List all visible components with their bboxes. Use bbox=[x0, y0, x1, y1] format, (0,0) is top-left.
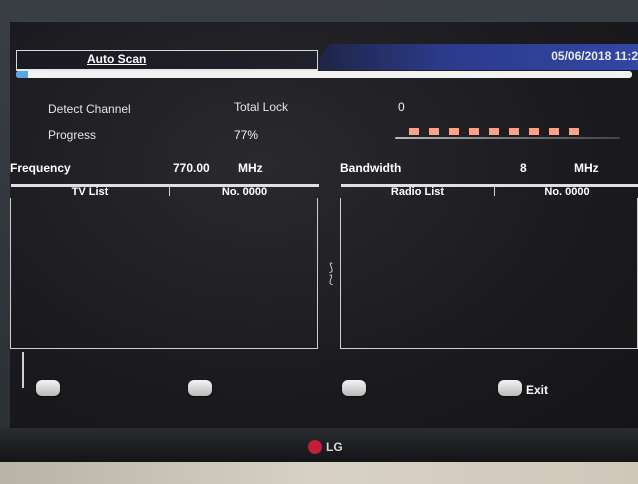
list-switch-arrows: ⟆ ⟅ bbox=[328, 262, 334, 286]
total-lock-value: 0 bbox=[398, 100, 405, 114]
signal-baseline bbox=[395, 137, 620, 139]
bandwidth-value: 8 bbox=[520, 161, 527, 175]
exit-key-button[interactable] bbox=[498, 380, 522, 396]
radio-list-body[interactable] bbox=[341, 198, 637, 348]
page-title: Auto Scan bbox=[87, 52, 147, 66]
tv-screen: Auto Scan 05/06/2018 11:2 Detect Channel… bbox=[10, 22, 638, 428]
background-desk bbox=[0, 462, 638, 484]
brand-logo: LG bbox=[308, 440, 343, 454]
scan-progress-bar bbox=[16, 71, 632, 78]
detect-channel-label: Detect Channel bbox=[48, 102, 131, 116]
signal-meter bbox=[395, 128, 620, 140]
bandwidth-label: Bandwidth bbox=[340, 161, 402, 175]
radio-list-count: No. 0000 bbox=[494, 184, 638, 198]
progress-value: 77% bbox=[234, 128, 259, 142]
progress-label: Progress bbox=[48, 128, 97, 142]
green-key-button[interactable] bbox=[188, 380, 212, 396]
radio-list-title: Radio List bbox=[341, 184, 494, 198]
scroll-indicator bbox=[22, 352, 24, 388]
signal-segment bbox=[549, 128, 559, 135]
yellow-key-button[interactable] bbox=[342, 380, 366, 396]
tv-list-title: TV List bbox=[11, 184, 169, 198]
lg-logo-icon bbox=[308, 440, 322, 454]
tv-list-body[interactable] bbox=[11, 198, 317, 348]
tv-list-header: TV List No. 0000 bbox=[11, 184, 319, 198]
signal-segment bbox=[449, 128, 459, 135]
signal-segment bbox=[489, 128, 499, 135]
brand-text: LG bbox=[326, 440, 343, 454]
scan-progress-fill bbox=[16, 71, 29, 78]
signal-segment bbox=[569, 128, 579, 135]
bandwidth-unit: MHz bbox=[574, 161, 599, 175]
total-lock-label: Total Lock bbox=[234, 100, 289, 114]
radio-list-header: Radio List No. 0000 bbox=[341, 184, 638, 198]
title-box: Auto Scan bbox=[16, 50, 318, 71]
signal-segment bbox=[429, 128, 439, 135]
signal-segment bbox=[529, 128, 539, 135]
signal-segment bbox=[409, 128, 419, 135]
frequency-unit: MHz bbox=[238, 161, 263, 175]
tv-list-count: No. 0000 bbox=[169, 184, 319, 198]
radio-list-panel[interactable]: Radio List No. 0000 bbox=[340, 184, 638, 349]
exit-label[interactable]: Exit bbox=[526, 383, 548, 397]
tv-list-panel[interactable]: TV List No. 0000 bbox=[10, 184, 319, 349]
frequency-value: 770.00 bbox=[173, 161, 210, 175]
frequency-label: Frequency bbox=[10, 161, 71, 175]
red-key-button[interactable] bbox=[36, 380, 60, 396]
signal-segment bbox=[509, 128, 519, 135]
signal-segment bbox=[469, 128, 479, 135]
date-time: 05/06/2018 11:2 bbox=[551, 49, 638, 63]
